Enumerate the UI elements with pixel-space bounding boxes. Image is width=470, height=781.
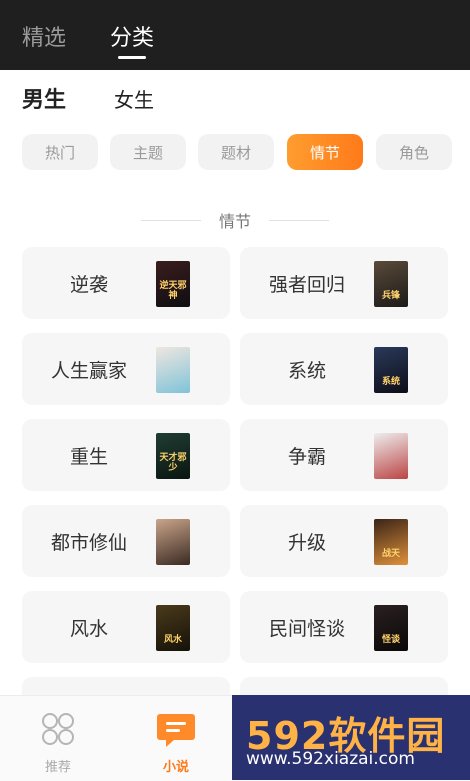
nav-novel[interactable]: 小说 [146, 704, 206, 775]
watermark-logo: 592软件园 www.592xiazai.com [232, 695, 470, 780]
category-card-label: 系统 [287, 359, 326, 382]
category-card[interactable]: 人生赢家 [22, 333, 230, 405]
category-card-label: 重生 [69, 445, 108, 468]
chip-plot[interactable]: 情节 [287, 134, 363, 170]
book-cover-title: 战天 [381, 549, 400, 559]
book-cover-title: 系统 [381, 377, 400, 387]
category-card[interactable]: 民间怪谈怪谈 [240, 591, 448, 663]
category-card[interactable]: 争霸 [240, 419, 448, 491]
category-card[interactable]: 逆袭 逆天邪神 [22, 247, 230, 319]
book-cover-title: 兵锋 [381, 291, 400, 301]
gender-tab-female[interactable]: 女生 [114, 84, 154, 113]
category-card[interactable]: 系统 系统 [240, 333, 448, 405]
book-cover-thumbnail: 战天 [374, 519, 408, 565]
book-cover-thumbnail [374, 433, 408, 479]
book-cover-thumbnail: 逆天邪神 [156, 261, 190, 307]
book-cover-thumbnail: 风水 [156, 605, 190, 651]
category-card-label: 民间怪谈 [268, 617, 345, 640]
category-card-label: 争霸 [287, 445, 326, 468]
book-cover-title: 天才邪少 [159, 453, 187, 473]
book-cover-title: 逆天邪神 [159, 281, 187, 301]
book-cover-thumbnail: 兵锋 [374, 261, 408, 307]
gender-tab-male[interactable]: 男生 [22, 82, 66, 114]
category-card-partial[interactable] [22, 677, 230, 695]
section-header: 情节 [0, 208, 470, 232]
category-card-label: 强者回归 [268, 273, 345, 296]
nav-recommend[interactable]: 推荐 [28, 704, 88, 775]
watermark-url: www.592xiazai.com [246, 749, 415, 769]
category-card-partial[interactable] [240, 677, 448, 695]
tab-featured[interactable]: 精选 [22, 20, 66, 52]
book-cover-thumbnail: 天才邪少 [156, 433, 190, 479]
book-cover-thumbnail: 系统 [374, 347, 408, 393]
chip-role[interactable]: 角色 [376, 134, 452, 170]
book-cover-title: 风水 [163, 635, 182, 645]
section-divider-left [140, 219, 201, 221]
chip-subject[interactable]: 题材 [198, 134, 274, 170]
book-cover-thumbnail [156, 347, 190, 393]
section-divider-right [269, 219, 329, 221]
category-card[interactable]: 升级战天 [240, 505, 448, 577]
category-card[interactable]: 重生 天才邪少 [22, 419, 230, 491]
category-card-label: 逆袭 [69, 273, 108, 296]
nav-novel-label: 小说 [162, 760, 189, 775]
section-title: 情节 [218, 212, 251, 231]
book-cover-thumbnail: 怪谈 [374, 605, 408, 651]
grid-icon [42, 713, 74, 745]
tab-categories[interactable]: 分类 [110, 20, 154, 52]
top-bar: 精选 分类 [0, 0, 470, 70]
chip-theme[interactable]: 主题 [110, 134, 186, 170]
chip-hot[interactable]: 热门 [22, 134, 98, 170]
active-tab-indicator [118, 56, 146, 59]
book-cover-title: 怪谈 [381, 635, 400, 645]
book-cover-thumbnail [156, 519, 190, 565]
category-card[interactable]: 都市修仙 [22, 505, 230, 577]
nav-recommend-label: 推荐 [44, 760, 71, 775]
category-card-label: 升级 [287, 531, 326, 554]
category-card[interactable]: 强者回归兵锋 [240, 247, 448, 319]
category-card[interactable]: 风水 风水 [22, 591, 230, 663]
category-card-label: 人生赢家 [50, 359, 127, 382]
category-card-label: 都市修仙 [50, 531, 127, 554]
category-card-label: 风水 [69, 617, 108, 640]
book-chat-icon [157, 714, 195, 747]
